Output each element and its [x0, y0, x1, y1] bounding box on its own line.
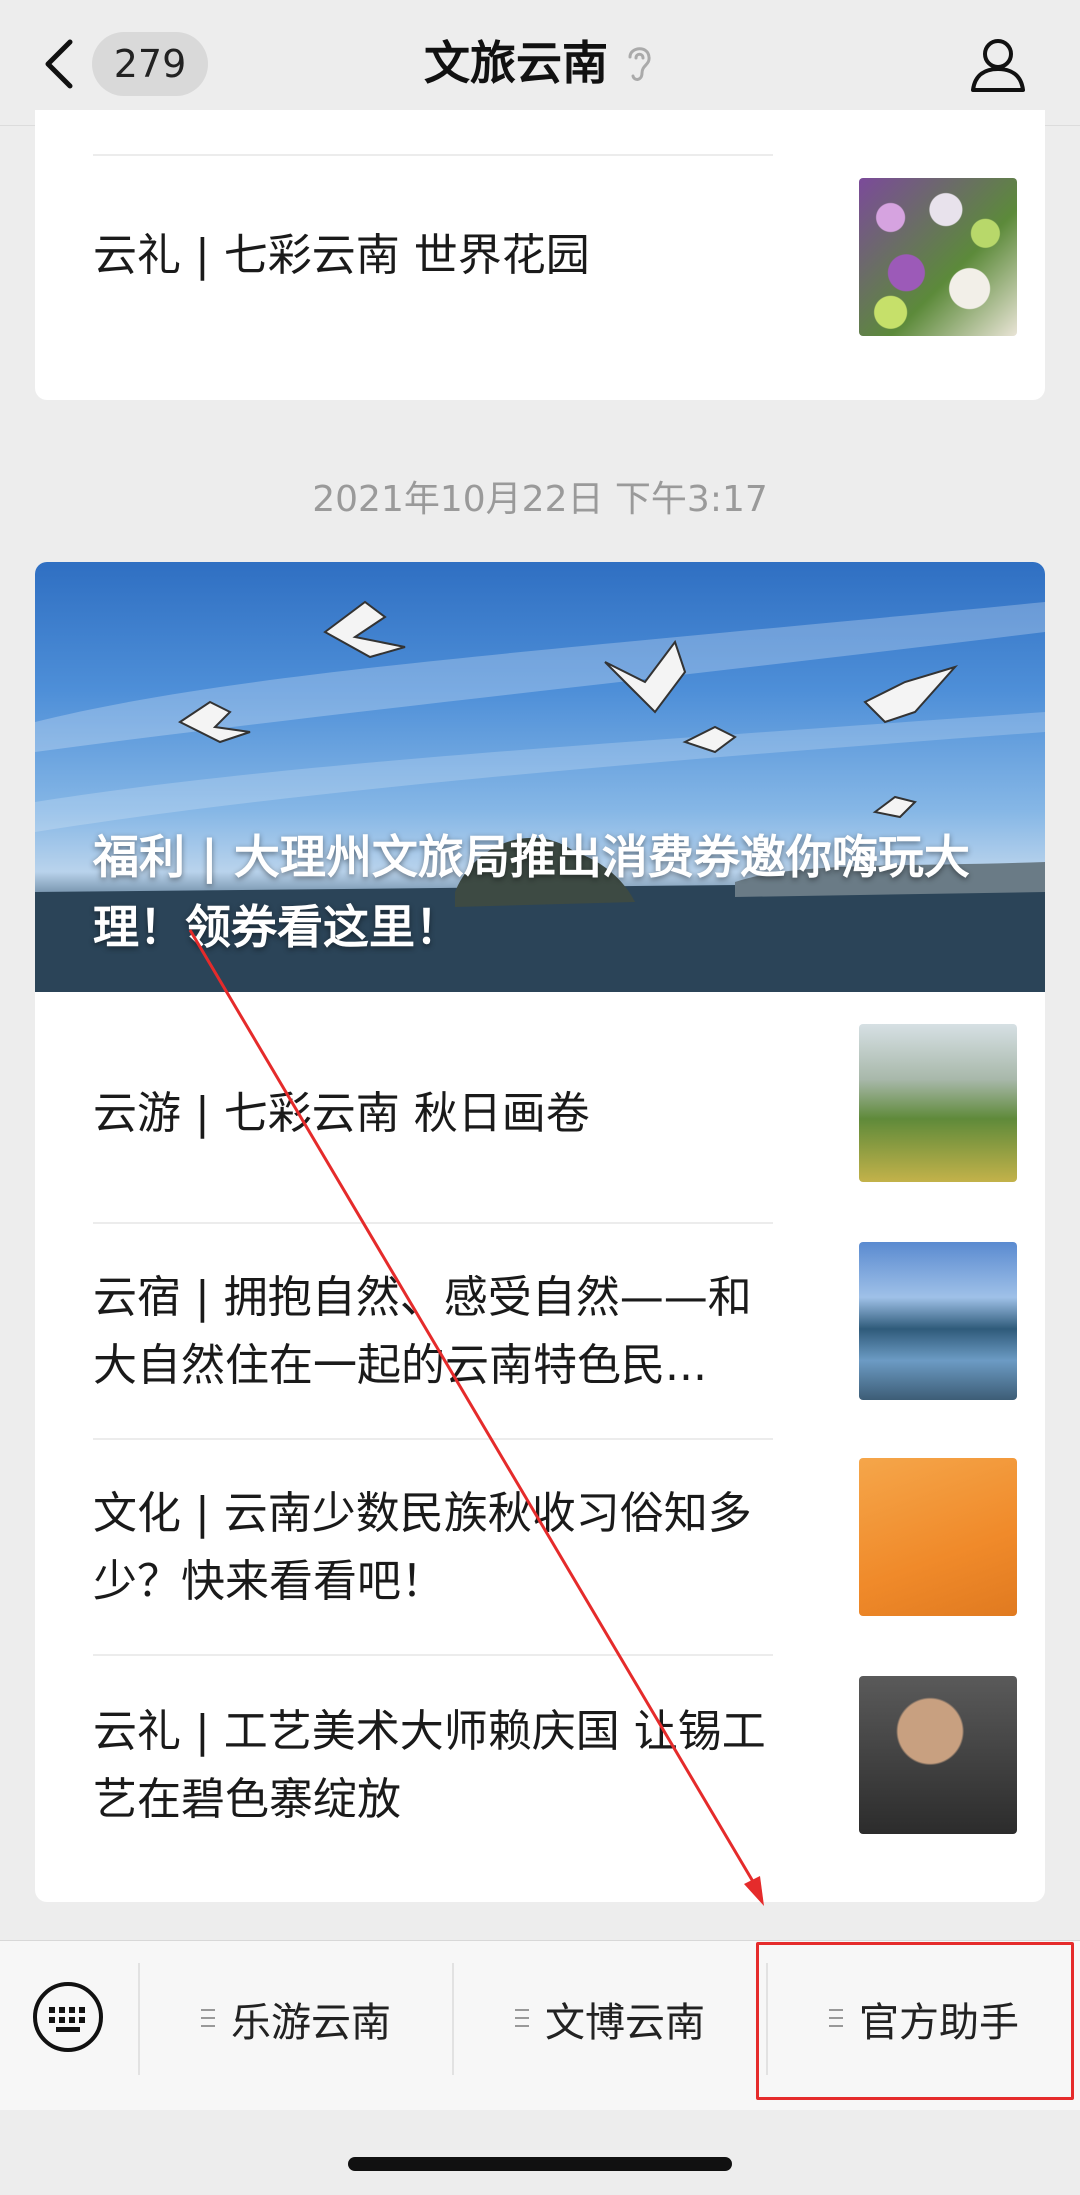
article-thumbnail	[859, 1242, 1017, 1400]
article-thumbnail	[859, 1676, 1017, 1834]
menu-item-label: 乐游云南	[231, 2000, 391, 2046]
article-list-item[interactable]: 文化 | 云南少数民族秋收习俗知多少？快来看看吧！	[57, 1448, 1017, 1648]
divider	[93, 1222, 773, 1224]
divider	[93, 1654, 773, 1656]
message-timestamp: 2021年10月22日 下午3:17	[312, 479, 768, 520]
menu-lines-icon	[829, 2009, 843, 2029]
profile-icon[interactable]	[968, 34, 1028, 94]
article-list-item[interactable]: 云礼 | 七彩云南 世界花园	[57, 156, 1017, 356]
article-title: 云宿 | 拥抱自然、感受自然——和大自然住在一起的云南特色民...	[93, 1272, 752, 1391]
article-title: 云游 | 七彩云南 秋日画卷	[93, 1088, 590, 1139]
ear-icon	[628, 47, 651, 81]
page-title-container: 文旅云南	[0, 30, 1080, 96]
hero-title: 福利 | 大理州文旅局推出消费券邀你嗨玩大理！领券看这里！	[93, 830, 970, 954]
article-thumbnail	[859, 1458, 1017, 1616]
menu-lines-icon	[201, 2009, 215, 2029]
article-card: 福利 | 大理州文旅局推出消费券邀你嗨玩大理！领券看这里！ 云游 | 七彩云南 …	[35, 562, 1045, 1902]
divider	[93, 1438, 773, 1440]
menu-item-label: 文博云南	[545, 2000, 705, 2046]
article-thumbnail	[859, 178, 1017, 336]
home-indicator	[348, 2157, 732, 2171]
article-card: 云礼 | 七彩云南 世界花园	[35, 110, 1045, 400]
keyboard-icon[interactable]	[32, 1981, 104, 2053]
menu-lines-icon	[515, 2009, 529, 2029]
bottom-menu-bar: 乐游云南 文博云南 官方助手	[0, 1940, 1080, 2110]
article-list-item[interactable]: 云宿 | 拥抱自然、感受自然——和大自然住在一起的云南特色民...	[57, 1232, 1017, 1432]
top-nav-bar: 279 文旅云南	[0, 0, 1080, 126]
hero-article[interactable]: 福利 | 大理州文旅局推出消费券邀你嗨玩大理！领券看这里！	[35, 562, 1045, 992]
article-list-item[interactable]: 云礼 | 工艺美术大师赖庆国 让锡工艺在碧色寨绽放	[57, 1666, 1017, 1866]
menu-item-label: 官方助手	[859, 2000, 1019, 2046]
article-title: 云礼 | 工艺美术大师赖庆国 让锡工艺在碧色寨绽放	[93, 1706, 766, 1825]
article-title: 云礼 | 七彩云南 世界花园	[93, 230, 590, 281]
page-title: 文旅云南	[424, 36, 608, 90]
article-title: 文化 | 云南少数民族秋收习俗知多少？快来看看吧！	[93, 1488, 752, 1607]
menu-item-wenbo-yunnan[interactable]: 文博云南	[454, 1961, 766, 2077]
menu-item-leyou-yunnan[interactable]: 乐游云南	[140, 1961, 452, 2077]
menu-item-official-assistant[interactable]: 官方助手	[768, 1961, 1080, 2077]
article-list-item[interactable]: 云游 | 七彩云南 秋日画卷	[57, 1014, 1017, 1214]
article-thumbnail	[859, 1024, 1017, 1182]
